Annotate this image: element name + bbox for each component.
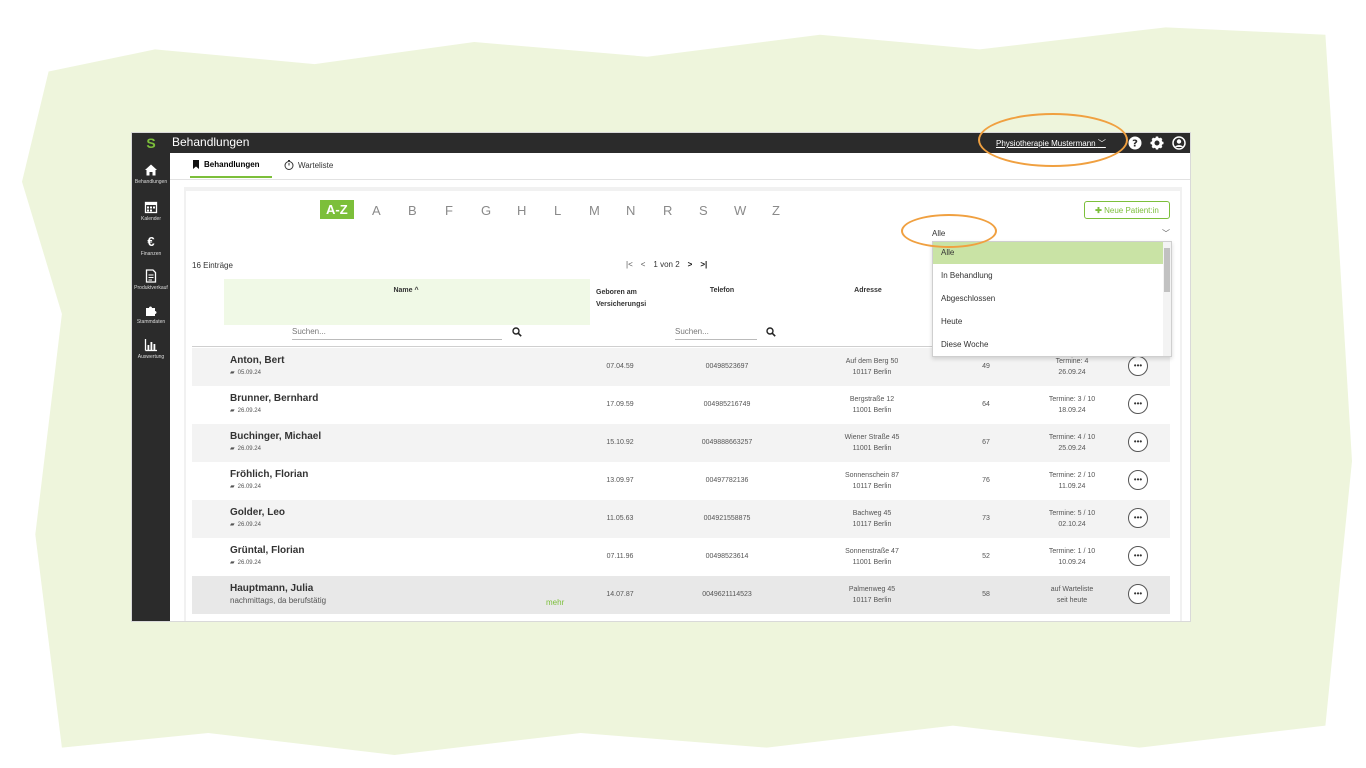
sidebar: S Behandlungen Kalender € Finanzen Produ… <box>132 133 170 621</box>
gear-icon[interactable] <box>1150 136 1164 150</box>
filter-option-abgeschlossen[interactable]: Abgeschlossen <box>933 288 1163 310</box>
search-icon[interactable] <box>766 327 776 337</box>
document-icon <box>145 269 157 283</box>
folder-icon: ▰ <box>230 370 235 376</box>
puzzle-icon <box>146 306 157 316</box>
table-row[interactable]: Hauptmann, Julia nachmittags, da berufst… <box>192 576 1170 614</box>
calendar-icon <box>144 201 158 214</box>
alphabet-filter-a[interactable]: A <box>372 203 381 218</box>
app-window: S Behandlungen Kalender € Finanzen Produ… <box>132 133 1190 621</box>
user-account-icon[interactable] <box>1172 136 1186 150</box>
sidebar-item-kalender[interactable]: Kalender <box>132 200 170 222</box>
page-indicator: 1 von 2 <box>653 260 680 269</box>
more-actions-icon[interactable]: ••• <box>1128 508 1148 528</box>
more-actions-icon[interactable]: ••• <box>1128 546 1148 566</box>
alphabet-filter-s[interactable]: S <box>699 203 708 218</box>
alphabet-filter-n[interactable]: N <box>626 203 635 218</box>
home-icon <box>145 164 157 176</box>
prev-page-icon[interactable]: < <box>641 260 646 269</box>
svg-text:?: ? <box>1132 139 1138 150</box>
table-row[interactable]: Buchinger, Michael ▰ 26.09.24 15.10.92 00… <box>192 424 1170 462</box>
sort-asc-icon: ^ <box>414 287 419 294</box>
entries-count: 16 Einträge <box>192 261 233 270</box>
next-page-icon[interactable]: > <box>688 260 693 269</box>
more-actions-icon[interactable]: ••• <box>1128 432 1148 452</box>
sidebar-item-finanzen[interactable]: € Finanzen <box>132 234 170 258</box>
filter-option-in-behandlung[interactable]: In Behandlung <box>933 265 1163 287</box>
folder-icon: ▰ <box>230 408 235 414</box>
alphabet-filter-r[interactable]: R <box>663 203 672 218</box>
new-patient-button[interactable]: ✚ Neue Patient:in <box>1084 201 1170 219</box>
alphabet-filter-b[interactable]: B <box>408 203 417 218</box>
name-column-header-bg <box>224 279 590 325</box>
alphabet-filter-m[interactable]: M <box>589 203 600 218</box>
filter-option-heute[interactable]: Heute <box>933 311 1163 333</box>
more-link[interactable]: mehr <box>546 598 564 607</box>
alphabet-filter-h[interactable]: H <box>517 203 526 218</box>
dropdown-scrollbar[interactable] <box>1163 242 1171 356</box>
alphabet-filter-f[interactable]: F <box>445 203 453 218</box>
scrollbar-thumb[interactable] <box>1164 248 1170 292</box>
table-row[interactable]: Golder, Leo ▰ 26.09.24 11.05.63 004921558… <box>192 500 1170 538</box>
search-icon[interactable] <box>512 327 522 337</box>
status-filter-dropdown: Alle In Behandlung Abgeschlossen Heute D… <box>932 241 1172 357</box>
alphabet-filter-z[interactable]: Z <box>772 203 780 218</box>
folder-icon: ▰ <box>230 560 235 566</box>
phone-search-input[interactable]: Suchen... <box>675 327 757 340</box>
patient-list-panel: A-Z A B F G H L M N R S W Z ✚ Neue Patie… <box>186 191 1180 621</box>
table-row[interactable]: Grüntal, Florian ▰ 26.09.24 07.11.96 0049… <box>192 538 1170 576</box>
more-actions-icon[interactable]: ••• <box>1128 356 1148 376</box>
active-tab-indicator <box>190 176 272 178</box>
column-header-address[interactable]: Adresse <box>838 287 898 294</box>
stopwatch-icon <box>284 160 294 170</box>
plus-icon: ✚ <box>1095 206 1102 215</box>
folder-icon: ▰ <box>230 484 235 490</box>
alphabet-filter-w[interactable]: W <box>734 203 746 218</box>
bookmark-icon <box>193 160 199 169</box>
column-header-phone[interactable]: Telefon <box>692 287 752 294</box>
table-row[interactable]: Brunner, Bernhard ▰ 26.09.24 17.09.59 004… <box>192 386 1170 424</box>
alphabet-filter-g[interactable]: G <box>481 203 491 218</box>
sidebar-item-stammdaten[interactable]: Stammdaten <box>132 303 170 325</box>
column-header-name[interactable]: Name ^ <box>376 287 436 294</box>
first-page-icon[interactable]: |< <box>626 260 633 269</box>
sidebar-item-auswertung[interactable]: Auswertung <box>132 338 170 360</box>
filter-option-diese-woche[interactable]: Diese Woche <box>933 334 1163 356</box>
last-page-icon[interactable]: >| <box>700 260 707 269</box>
help-icon[interactable]: ? <box>1128 136 1142 150</box>
chevron-down-icon: ﹀ <box>1162 229 1170 238</box>
euro-icon: € <box>147 234 155 249</box>
tab-warteliste[interactable]: Warteliste <box>284 160 333 170</box>
name-search-input[interactable]: Suchen... <box>292 327 502 340</box>
chart-icon <box>144 339 157 352</box>
more-actions-icon[interactable]: ••• <box>1128 394 1148 414</box>
folder-icon: ▰ <box>230 522 235 528</box>
highlight-ring-filter <box>901 214 997 248</box>
tab-behandlungen[interactable]: Behandlungen <box>192 160 260 169</box>
pagination: |< < 1 von 2 > >| <box>626 260 707 269</box>
column-header-born[interactable]: Geboren am Versicherungsi <box>596 287 656 311</box>
highlight-ring-organization <box>978 113 1128 167</box>
page-title: Behandlungen <box>172 135 250 149</box>
more-actions-icon[interactable]: ••• <box>1128 470 1148 490</box>
table-row[interactable]: Fröhlich, Florian ▰ 26.09.24 13.09.97 004… <box>192 462 1170 500</box>
sidebar-item-behandlungen[interactable]: Behandlungen <box>132 163 170 185</box>
sidebar-item-produktverkauf[interactable]: Produktverkauf <box>132 269 170 291</box>
folder-icon: ▰ <box>230 446 235 452</box>
alphabet-filter-all[interactable]: A-Z <box>320 200 354 219</box>
alphabet-filter-l[interactable]: L <box>554 203 561 218</box>
more-actions-icon[interactable]: ••• <box>1128 584 1148 604</box>
app-logo: S <box>146 135 156 151</box>
